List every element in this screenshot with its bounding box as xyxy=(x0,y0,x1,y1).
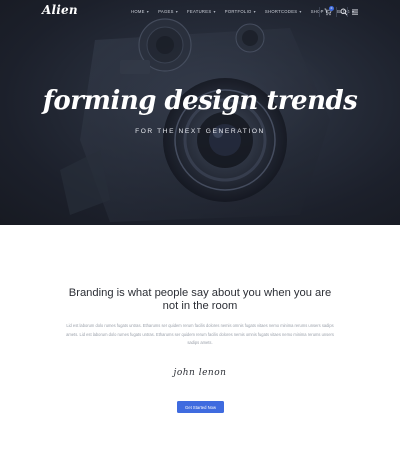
nav-item-home[interactable]: HOME ▾ xyxy=(131,9,149,14)
signature: john lenon xyxy=(173,368,227,378)
nav-item-portfolio[interactable]: PORTFOLIO ▾ xyxy=(225,9,256,14)
top-navbar: Alien HOME ▾ PAGES ▾ FEATURES ▾ PORTFOLIO ▾ … xyxy=(0,0,400,24)
site-logo[interactable]: Alien xyxy=(42,3,78,17)
nav-item-label: PORTFOLIO xyxy=(224,9,252,14)
nav-item-features[interactable]: FEATURES ▾ xyxy=(187,9,216,14)
nav-item-label: SHOP xyxy=(310,9,324,14)
nav-divider xyxy=(336,7,337,17)
nav-divider xyxy=(347,7,348,17)
nav-item-pages[interactable]: PAGES ▾ xyxy=(158,9,178,14)
get-started-button[interactable]: Get Started Now xyxy=(177,401,224,413)
nav-item-label: PAGES xyxy=(158,9,174,14)
chevron-down-icon: ▾ xyxy=(213,9,216,14)
hero-subtitle: FOR THE NEXT GENERATION xyxy=(135,128,265,135)
chevron-down-icon: ▾ xyxy=(146,9,150,14)
menu-icon[interactable] xyxy=(352,9,358,15)
nav-item-label: FEATURES xyxy=(187,9,212,14)
nav-divider xyxy=(319,7,320,17)
hero-section: Alien HOME ▾ PAGES ▾ FEATURES ▾ PORTFOLIO ▾ … xyxy=(0,0,400,225)
branding-quote: Branding is what people say about you wh… xyxy=(68,287,332,312)
chevron-down-icon: ▾ xyxy=(299,9,302,14)
chevron-down-icon: ▾ xyxy=(253,9,256,14)
body-paragraph: Lid est laborum dolo rumes fugats untras… xyxy=(66,323,334,346)
hero-title: forming design trends xyxy=(42,86,358,116)
nav-item-label: HOME xyxy=(131,9,145,14)
nav-item-label: SHORTCODES xyxy=(264,9,298,14)
cart-count-badge: 0 xyxy=(329,6,334,11)
chevron-down-icon: ▾ xyxy=(175,9,179,14)
nav-item-shortcodes[interactable]: SHORTCODES ▾ xyxy=(265,9,302,14)
